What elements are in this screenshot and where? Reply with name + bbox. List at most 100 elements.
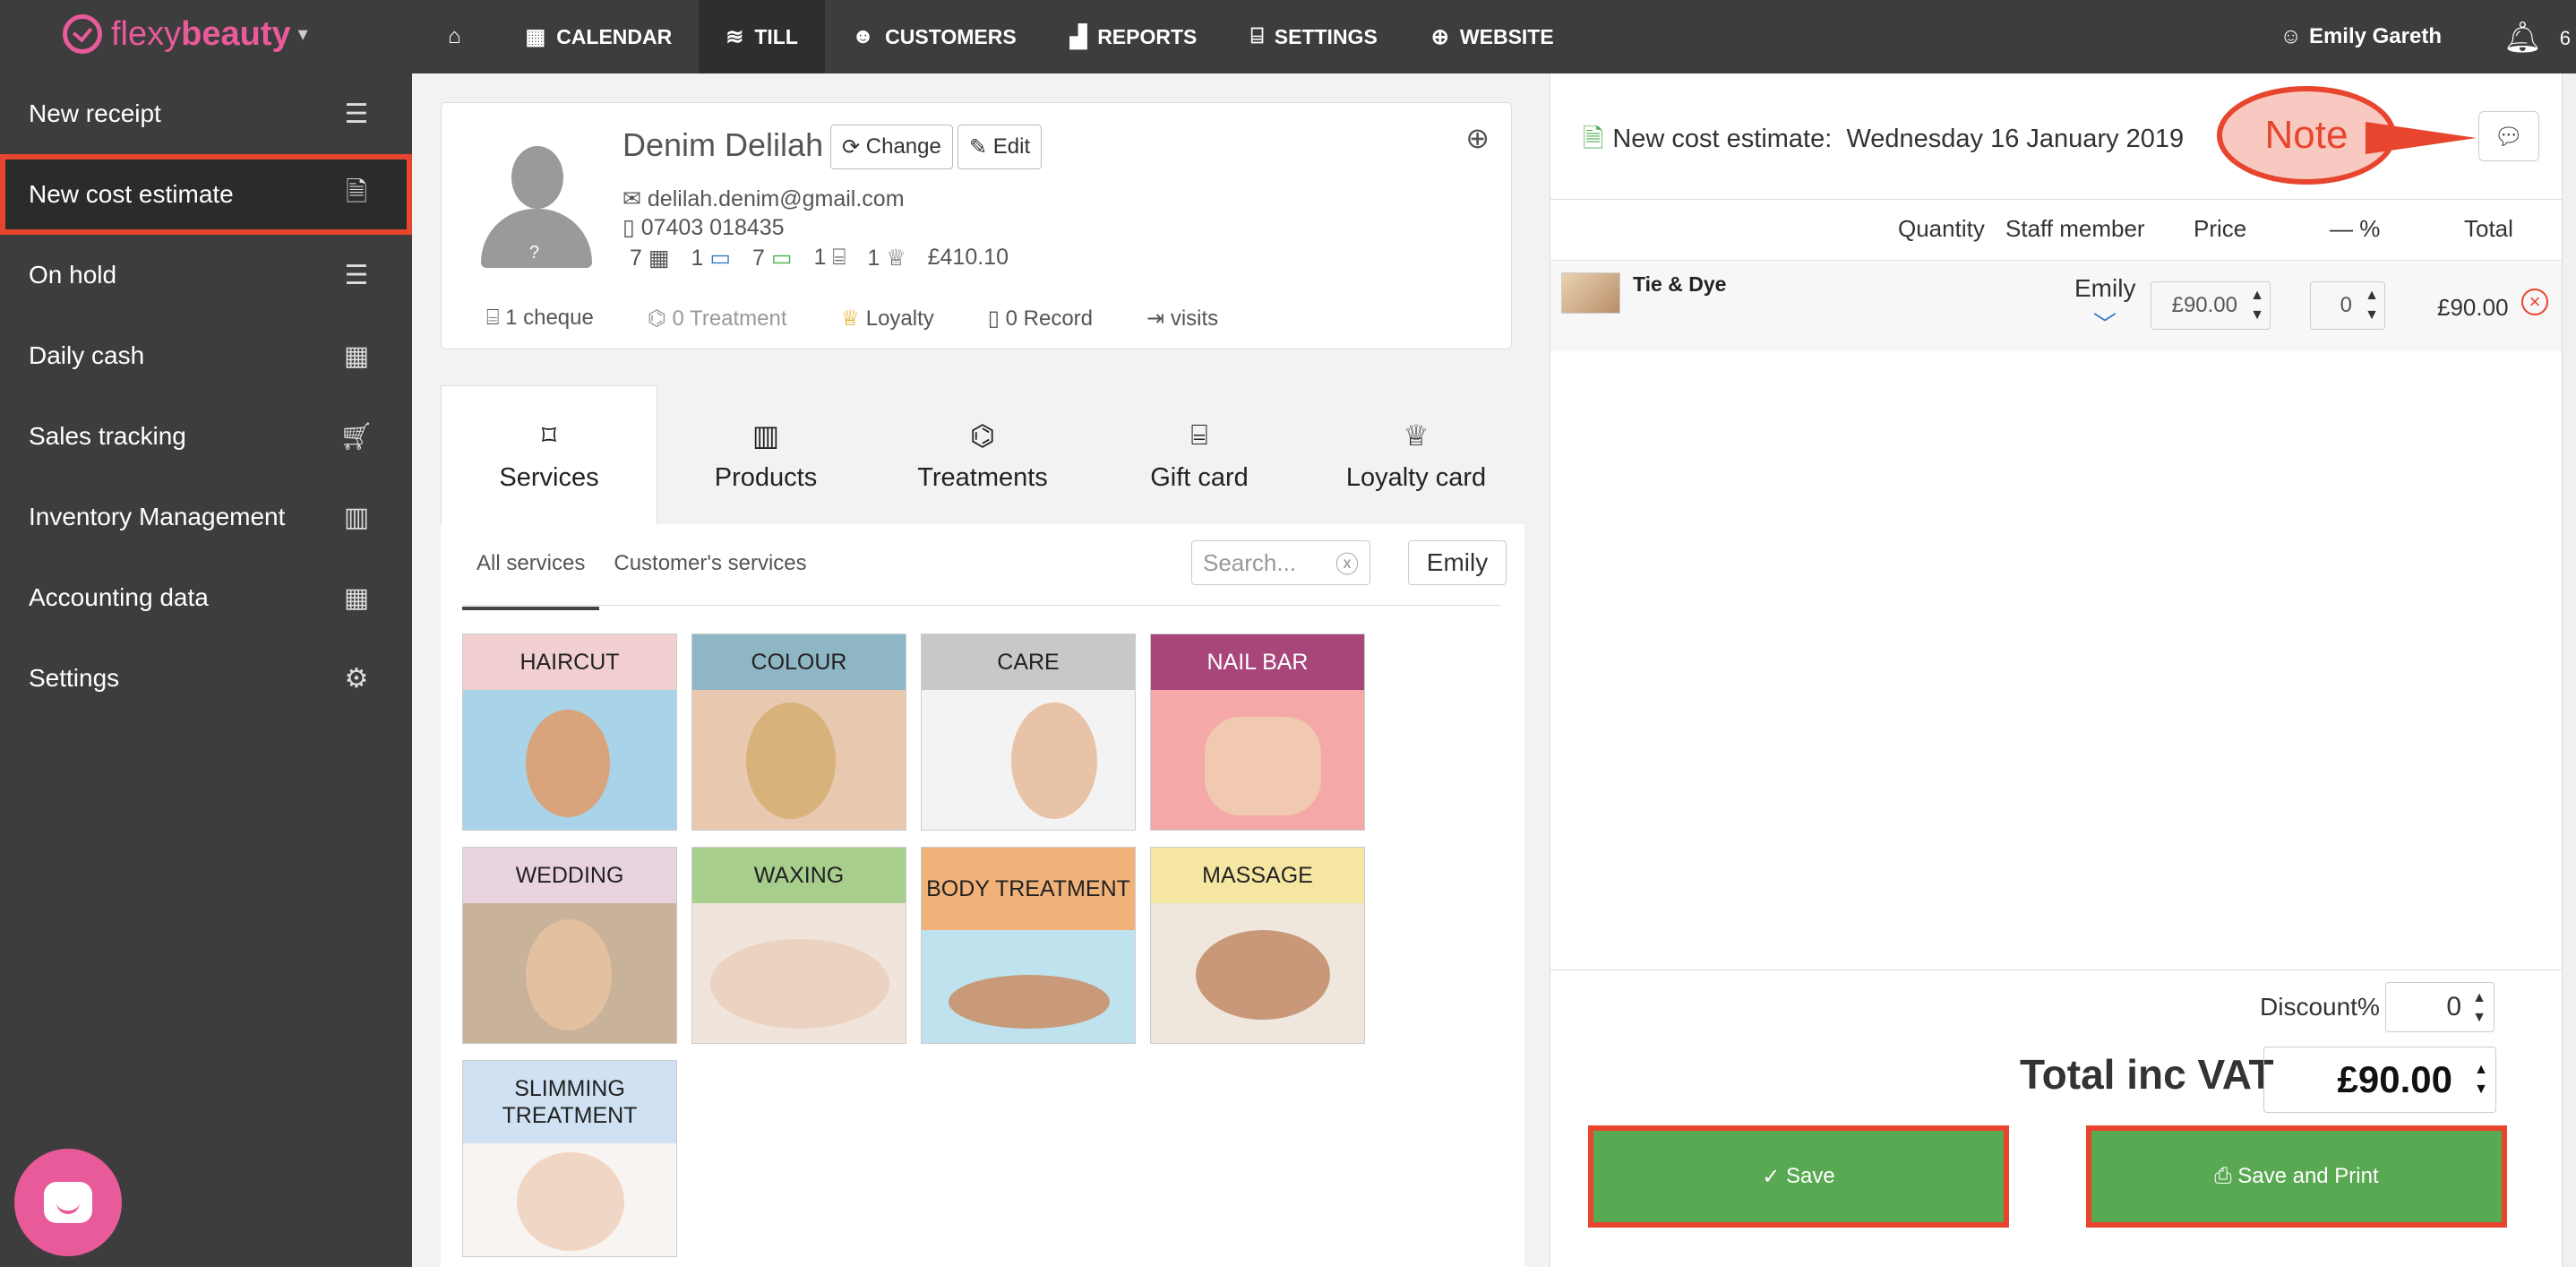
remove-line-icon[interactable]: × <box>2521 289 2548 315</box>
nav-till[interactable]: ≋ TILL <box>699 0 825 73</box>
line-total: £90.00 <box>2437 294 2509 321</box>
search-input[interactable]: Search... ⓧ <box>1191 540 1370 585</box>
staff-filter-button[interactable]: Emily <box>1408 540 1507 585</box>
category-tile-care[interactable]: CARE <box>921 634 1136 831</box>
print-icon: ⎙ <box>2214 1164 2238 1188</box>
category-tile-wedding[interactable]: WEDDING <box>462 847 677 1044</box>
stat-gifts: 1 ⌸ <box>813 245 846 270</box>
nav-calendar[interactable]: ▦ CALENDAR <box>499 0 700 73</box>
link-loyalty[interactable]: ♕ Loyalty <box>841 306 934 332</box>
globe-icon[interactable]: ⊕ <box>1465 121 1490 155</box>
save-button[interactable]: ✓ Save <box>1588 1125 2009 1228</box>
stepper-icon[interactable]: ▲ ▼ <box>2474 1060 2488 1099</box>
category-tile-colour[interactable]: COLOUR <box>691 634 906 831</box>
calculator-icon: ▦ <box>343 582 370 613</box>
edit-client-button[interactable]: ✎ Edit <box>957 125 1043 169</box>
save-and-print-button[interactable]: ⎙ Save and Print <box>2086 1125 2507 1228</box>
tab-products[interactable]: ▥ Products <box>657 385 874 525</box>
card-icon: ▭ <box>709 246 731 271</box>
tab-gift-card[interactable]: ⌸ Gift card <box>1091 385 1308 525</box>
category-tile-body-treatment[interactable]: BODY TREATMENT <box>921 847 1136 1044</box>
sidebar-item-inventory[interactable]: Inventory Management ▥ <box>0 477 412 557</box>
user-menu[interactable]: ☺ Emily Gareth <box>2280 0 2442 73</box>
sidebar-item-new-cost-estimate[interactable]: New cost estimate 🗎 <box>0 154 412 235</box>
nav-home[interactable]: ⌂ <box>421 0 499 73</box>
tab-services[interactable]: ⌑ Services <box>441 385 657 525</box>
col-total: Total <box>2464 215 2513 242</box>
phone-icon: ▯ <box>623 215 641 240</box>
category-image <box>1151 903 1364 1043</box>
calendar-icon: ▦ <box>648 246 670 271</box>
nav-website[interactable]: ⊕ WEBSITE <box>1404 0 1581 73</box>
category-tile-waxing[interactable]: WAXING <box>691 847 906 1044</box>
notification-count: 6 <box>2559 27 2571 49</box>
note-button[interactable]: 💬︎ <box>2478 111 2539 161</box>
stepper-icon[interactable]: ▲ ▼ <box>2365 286 2379 325</box>
discount-percent-input[interactable]: 0 ▲ ▼ <box>2310 281 2385 330</box>
category-image <box>1151 690 1364 830</box>
nav-reports[interactable]: ▟ REPORTS <box>1043 0 1224 73</box>
category-tile-slimming-treatment[interactable]: SLIMMING TREATMENT <box>462 1060 677 1257</box>
nav-customers[interactable]: ☻ CUSTOMERS <box>825 0 1043 73</box>
bell-icon[interactable]: 🔔︎ <box>2503 20 2542 56</box>
trophy-icon: ♕ <box>1403 418 1430 452</box>
total-input[interactable]: £90.00 ▲ ▼ <box>2263 1047 2496 1113</box>
link-cheque[interactable]: ⌸ 1 cheque <box>486 306 594 332</box>
estimate-panel: 🗎︎ New cost estimate: Wednesday 16 Januar… <box>1550 73 2563 1267</box>
col-price: Price <box>2194 215 2247 242</box>
sidebar-item-accounting[interactable]: Accounting data ▦ <box>0 557 412 638</box>
tab-treatments[interactable]: ⌬ Treatments <box>874 385 1091 525</box>
brand-name-light: flexy <box>111 14 182 53</box>
clear-icon[interactable]: ⓧ <box>1335 547 1359 580</box>
gift-icon: ⌸ <box>486 306 506 330</box>
scrollbar[interactable] <box>2562 73 2576 1267</box>
pencil-icon: ✎ <box>969 134 993 159</box>
home-icon: ⌂ <box>448 24 461 48</box>
chevron-down-icon[interactable]: ﹀ <box>2093 306 2117 340</box>
col-quantity: Quantity <box>1898 215 1985 242</box>
sidebar-item-sales-tracking[interactable]: Sales tracking 🛒︎ <box>0 396 412 477</box>
globe-icon: ⊕ <box>1430 24 1449 49</box>
subtab-customer-services[interactable]: Customer's services <box>599 551 820 610</box>
client-card: ? Denim Delilah ⟳ Change ✎ Edit ⊕ ✉ deli… <box>441 102 1512 349</box>
category-tile-haircut[interactable]: HAIRCUT <box>462 634 677 831</box>
category-image <box>463 903 676 1043</box>
discount-label: Discount% <box>2260 993 2380 1021</box>
link-visits[interactable]: ⇥ visits <box>1146 306 1218 332</box>
link-record[interactable]: ▯ 0 Record <box>988 306 1093 332</box>
stepper-icon[interactable]: ▲ ▼ <box>2250 286 2264 325</box>
category-image <box>922 690 1135 830</box>
nav-settings[interactable]: ⌸ SETTINGS <box>1224 0 1404 73</box>
link-treatment[interactable]: ⌬ 0 Treatment <box>648 306 787 332</box>
sidebar-item-settings[interactable]: Settings ⚙ <box>0 638 412 719</box>
brand-logo[interactable]: flexy beauty ▾ <box>63 14 308 54</box>
trophy-icon: ♕ <box>840 306 866 331</box>
stepper-icon[interactable]: ▲ ▼ <box>2472 988 2486 1028</box>
category-tile-nail-bar[interactable]: NAIL BAR <box>1150 634 1365 831</box>
subtab-all-services[interactable]: All services <box>462 551 600 610</box>
category-tile-massage[interactable]: MASSAGE <box>1150 847 1365 1044</box>
col-staff: Staff member <box>2005 215 2145 242</box>
line-staff-select[interactable]: Emily <box>2074 274 2135 303</box>
price-input[interactable]: £90.00 ▲ ▼ <box>2151 281 2271 330</box>
sidebar-item-daily-cash[interactable]: Daily cash ▦ <box>0 315 412 396</box>
coins-icon: ≋ <box>726 24 744 49</box>
receipt-pause-icon: ☰ <box>344 260 369 290</box>
till-sidebar: New receipt ☰ New cost estimate 🗎 On hold ☰… <box>0 73 412 1267</box>
change-client-button[interactable]: ⟳ Change <box>830 125 953 169</box>
client-name: Denim Delilah <box>623 126 824 163</box>
category-image <box>922 930 1135 1043</box>
tab-loyalty-card[interactable]: ♕ Loyalty card <box>1308 385 1524 525</box>
gift-icon: ⌸ <box>1190 418 1208 451</box>
client-phone: ▯ 07403 018435 <box>623 215 785 240</box>
sign-in-icon: ⇥ <box>1146 306 1171 331</box>
chat-widget-button[interactable] <box>14 1149 122 1256</box>
gears-icon: ⚙ <box>344 663 369 694</box>
sidebar-item-on-hold[interactable]: On hold ☰ <box>0 235 412 315</box>
file-icon: 🗎︎ <box>1583 125 1604 153</box>
shop-icon: ⌸ <box>1250 24 1264 48</box>
discount-input[interactable]: 0 ▲ ▼ <box>2385 982 2494 1032</box>
top-navbar: flexy beauty ▾ ⌂ ▦ CALENDAR ≋ TILL ☻ CUSTOM… <box>0 0 2576 73</box>
note-callout-arrow <box>2366 122 2477 154</box>
sidebar-item-new-receipt[interactable]: New receipt ☰ <box>0 73 412 154</box>
